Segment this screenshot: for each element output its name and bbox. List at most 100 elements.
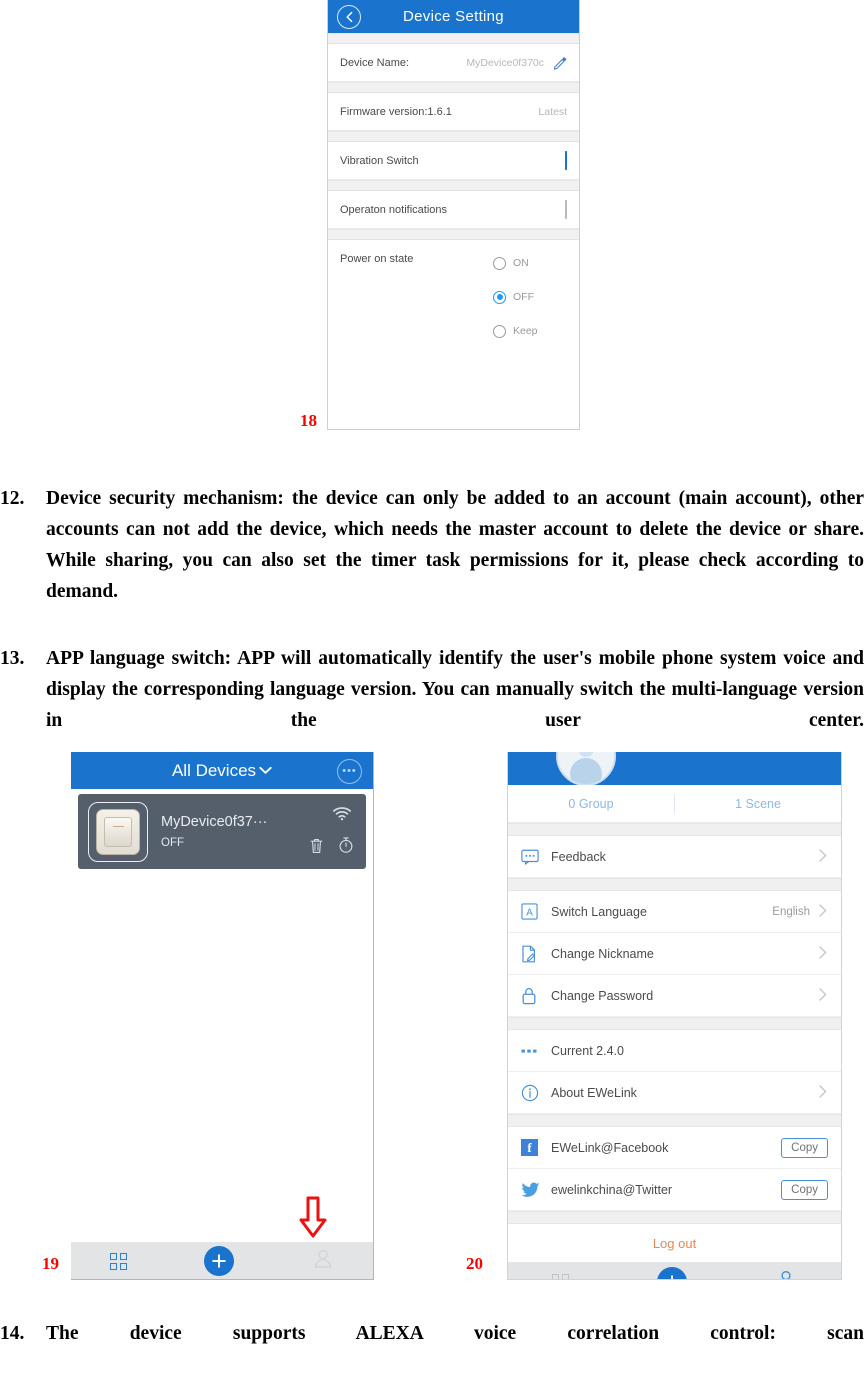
menu-item-change-password[interactable]: Change Password: [508, 975, 841, 1017]
menu-item-about-ewelink[interactable]: About EWeLink: [508, 1072, 841, 1114]
feedback-icon: [521, 849, 543, 865]
device-card-state: OFF: [161, 837, 184, 849]
navbar-title: Device Setting: [403, 8, 504, 25]
device-list-empty-area: [71, 869, 373, 1242]
menu-item-switch-language[interactable]: A Switch Language English: [508, 891, 841, 933]
device-card[interactable]: MyDevice0f37··· OFF: [78, 794, 366, 869]
navbar-device-setting: Device Setting: [328, 0, 579, 33]
menu-item-label: Feedback: [551, 849, 606, 864]
person-icon[interactable]: [312, 1248, 334, 1275]
radio-label: Keep: [513, 325, 538, 337]
ellipsis-icon[interactable]: •••: [337, 759, 362, 784]
scene-count[interactable]: 1 Scene: [675, 797, 841, 811]
menu-item-label: About EWeLink: [551, 1085, 637, 1100]
pencil-edit-icon[interactable]: [553, 56, 567, 70]
menu-item-value: English: [772, 905, 810, 918]
tabbar-user-center: [508, 1263, 841, 1279]
device-name-label: Device Name:: [340, 56, 410, 69]
device-card-actions: [309, 836, 354, 859]
wall-switch-image: [88, 801, 148, 862]
radio-circle-selected-icon[interactable]: [493, 290, 506, 304]
info-circle-icon: [521, 1084, 543, 1102]
facebook-icon: f: [521, 1139, 543, 1156]
tabbar-all-devices: [71, 1242, 373, 1279]
chevron-right-icon: [818, 1084, 828, 1101]
user-avatar[interactable]: [556, 752, 616, 785]
radio-circle-icon[interactable]: [493, 256, 506, 270]
menu-item-feedback[interactable]: Feedback: [508, 836, 841, 878]
vibration-switch-toggle[interactable]: [547, 150, 567, 170]
language-a-icon: A: [521, 903, 543, 920]
grid-icon[interactable]: [109, 1252, 127, 1270]
social-handle-label: EWeLink@Facebook: [551, 1140, 669, 1155]
chevron-right-icon: [818, 903, 828, 920]
figure-label-19: 19: [42, 1254, 59, 1273]
group-count[interactable]: 0 Group: [508, 797, 674, 811]
paragraph-12: 12. Device security mechanism: the devic…: [0, 483, 864, 638]
svg-text:A: A: [526, 907, 533, 918]
device-card-name: MyDevice0f37···: [161, 814, 268, 830]
radio-option-keep[interactable]: Keep: [493, 314, 563, 348]
social-row-facebook[interactable]: f EWeLink@Facebook Copy: [508, 1127, 841, 1169]
radio-circle-icon[interactable]: [493, 324, 506, 338]
profile-header: [508, 752, 841, 785]
menu-item-label: Current 2.4.0: [551, 1043, 624, 1058]
summary-row: 0 Group 1 Scene: [508, 785, 841, 823]
plus-icon[interactable]: [657, 1267, 687, 1279]
power-on-state-group: Power on state ON OFF Keep: [328, 240, 579, 429]
copy-button[interactable]: Copy: [781, 1179, 828, 1200]
menu-item-current-version: Current 2.4.0: [508, 1030, 841, 1072]
paragraph-13-number: 13.: [0, 648, 25, 669]
section-gap: [508, 1017, 841, 1030]
screenshot-device-setting: Device Setting Device Name: MyDevice0f37…: [327, 0, 580, 430]
chevron-right-icon: [818, 945, 828, 962]
row-device-name[interactable]: Device Name: MyDevice0f370c: [328, 44, 579, 82]
device-name-value: MyDevice0f370c: [466, 56, 544, 69]
menu-item-change-nickname[interactable]: Change Nickname: [508, 933, 841, 975]
radio-option-off[interactable]: OFF: [493, 280, 563, 314]
radio-label: ON: [513, 257, 529, 269]
grid-icon[interactable]: [552, 1273, 569, 1279]
person-icon[interactable]: [775, 1269, 797, 1279]
logout-button[interactable]: Log out: [508, 1224, 841, 1263]
menu-item-label: Switch Language: [551, 904, 647, 919]
nickname-doc-icon: [521, 945, 543, 963]
manual-page: Device Setting Device Name: MyDevice0f37…: [0, 0, 864, 1381]
chevron-left-icon[interactable]: [337, 5, 361, 29]
section-gap: [508, 878, 841, 891]
wifi-icon: [332, 806, 352, 826]
red-down-arrow: [297, 1196, 329, 1245]
navbar-title-group[interactable]: All Devices: [172, 761, 272, 781]
menu-item-label: Change Password: [551, 988, 654, 1003]
vibration-switch-label: Vibration Switch: [340, 154, 419, 167]
power-on-state-options: ON OFF Keep: [493, 246, 563, 348]
operation-notifications-toggle[interactable]: [565, 199, 579, 219]
menu-item-label: Change Nickname: [551, 946, 654, 961]
trash-icon[interactable]: [309, 837, 324, 859]
paragraph-12-number: 12.: [0, 488, 25, 509]
firmware-version-value: Latest: [538, 105, 567, 118]
plus-icon[interactable]: [204, 1246, 235, 1276]
operation-notifications-label: Operaton notifications: [340, 203, 448, 216]
figure-label-20: 20: [466, 1254, 483, 1273]
section-gap: [328, 33, 579, 44]
row-vibration-switch[interactable]: Vibration Switch: [328, 142, 579, 180]
copy-button[interactable]: Copy: [781, 1137, 828, 1158]
firmware-version-label: Firmware version:1.6.1: [340, 105, 452, 118]
row-firmware-version[interactable]: Firmware version:1.6.1 Latest: [328, 93, 579, 131]
navbar-title: All Devices: [171, 760, 257, 780]
twitter-icon: [521, 1182, 543, 1198]
radio-option-on[interactable]: ON: [493, 246, 563, 280]
social-handle-label: ewelinkchina@Twitter: [551, 1182, 673, 1197]
chevron-right-icon: [818, 848, 828, 865]
radio-label: OFF: [513, 291, 534, 303]
section-gap: [328, 180, 579, 191]
paragraph-14-text: The device supports ALEXA voice correlat…: [46, 1323, 864, 1344]
paragraph-14: 14. The device supports ALEXA voice corr…: [0, 1318, 864, 1381]
timer-icon[interactable]: [338, 836, 354, 859]
social-row-twitter[interactable]: ewelinkchina@Twitter Copy: [508, 1169, 841, 1211]
row-operation-notifications[interactable]: Operaton notifications: [328, 191, 579, 229]
paragraph-12-text: Device security mechanism: the device ca…: [46, 488, 864, 602]
paragraph-13-text: APP language switch: APP will automatica…: [46, 648, 864, 731]
dots-icon: [521, 1048, 543, 1054]
